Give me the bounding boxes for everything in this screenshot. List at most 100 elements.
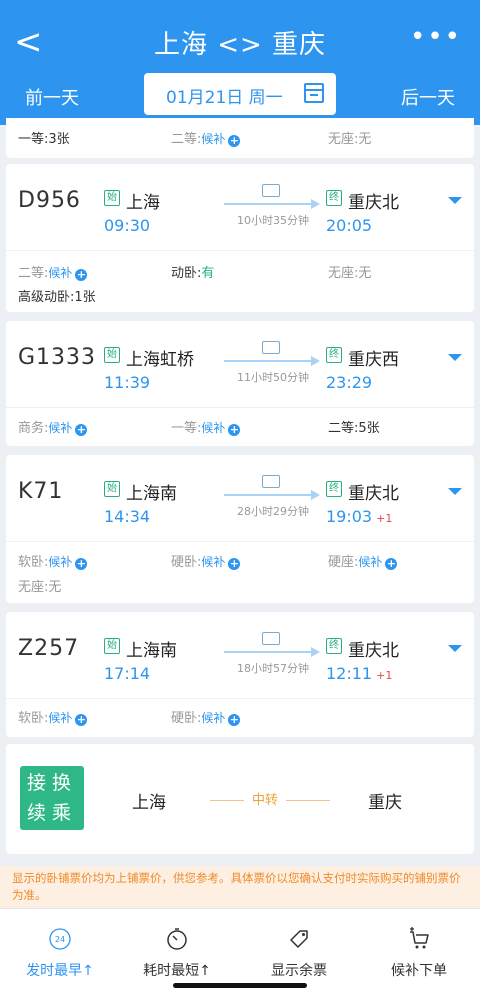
divider xyxy=(6,698,474,699)
page-title: 上海 <> 重庆 xyxy=(153,30,327,60)
plus-circle-icon[interactable]: + xyxy=(385,558,398,570)
train-number: G1333 xyxy=(18,345,97,370)
train-number: D956 xyxy=(18,188,81,213)
divider xyxy=(6,250,474,251)
departure-time: 11:39 xyxy=(104,373,151,392)
chevron-down-icon[interactable] xyxy=(448,354,462,361)
plus-circle-icon[interactable]: + xyxy=(228,558,241,570)
arrival-time: 12:11 +1 xyxy=(326,664,393,683)
plus-circle-icon[interactable]: + xyxy=(75,269,88,281)
train-card[interactable]: D956 始 上海 09:30 10小时35分钟 终 重庆北 20:05 二等:… xyxy=(6,164,474,312)
to-station: 重庆北 xyxy=(348,193,399,213)
top-bar: < 上海 <> 重庆 ••• 前一天 01月21日 周一 后一天 xyxy=(0,0,480,125)
end-badge: 终 xyxy=(326,481,342,497)
next-day-button[interactable]: 后一天 xyxy=(401,84,455,110)
end-badge: 终 xyxy=(326,638,342,654)
seat-info: 动卧:有 xyxy=(171,266,215,281)
from-station: 上海虹桥 xyxy=(126,350,194,370)
seat-info: 高级动卧:1张 xyxy=(18,290,96,305)
duration: 28小时29分钟 xyxy=(237,505,309,518)
seat-info: 无座:无 xyxy=(18,580,62,595)
train-card-partial[interactable]: 一等:3张 二等:候补 + 无座:无 xyxy=(6,118,474,158)
svg-text:24: 24 xyxy=(55,935,65,944)
from-station: 上海南 xyxy=(126,484,177,504)
arrival-time: 20:05 xyxy=(326,216,373,235)
from-station: 上海 xyxy=(126,193,160,213)
train-number: Z257 xyxy=(18,636,80,661)
date-text: 01月21日 周一 xyxy=(166,88,283,108)
transfer-button[interactable]: 接换 续乘 xyxy=(20,766,84,830)
train-number: K71 xyxy=(18,479,64,504)
departure-time: 09:30 xyxy=(104,216,151,235)
ticket-tag-icon xyxy=(290,930,308,948)
divider xyxy=(6,407,474,408)
transfer-to: 重庆 xyxy=(368,793,402,813)
seat-info[interactable]: 商务:候补 + xyxy=(18,417,88,436)
price-notice: 显示的卧铺票价均为上铺票价，供您参考。具体票价以您确认支付时实际购买的铺别票价为… xyxy=(0,866,480,908)
start-badge: 始 xyxy=(104,347,120,363)
to-station: 重庆北 xyxy=(348,641,399,661)
show-remaining-button[interactable]: 显示余票 xyxy=(244,927,354,980)
arrival-time: 19:03 +1 xyxy=(326,507,393,526)
divider xyxy=(6,541,474,542)
from-station: 上海南 xyxy=(126,641,177,661)
arrow-icon xyxy=(224,647,320,657)
home-indicator xyxy=(173,983,307,988)
train-card[interactable]: Z257 始 上海南 17:14 18小时57分钟 终 重庆北 12:11 +1 … xyxy=(6,612,474,737)
more-icon[interactable]: ••• xyxy=(410,22,462,52)
stopwatch-icon xyxy=(167,928,187,950)
seat-info: 二等:5张 xyxy=(328,421,380,436)
seat-info[interactable]: 硬卧:候补 + xyxy=(171,707,241,726)
plus-circle-icon[interactable]: + xyxy=(75,424,88,436)
seat-info[interactable]: 硬卧:候补 + xyxy=(171,551,241,570)
chevron-down-icon[interactable] xyxy=(448,197,462,204)
plus-circle-icon[interactable]: + xyxy=(228,135,241,147)
departure-time: 14:34 xyxy=(104,507,151,526)
seat-info: 无座:无 xyxy=(328,266,372,281)
arrival-time: 23:29 xyxy=(326,373,373,392)
id-card-icon xyxy=(262,341,280,354)
train-card[interactable]: G1333 始 上海虹桥 11:39 11小时50分钟 终 重庆西 23:29 … xyxy=(6,321,474,446)
seat-info[interactable]: 软卧:候补 + xyxy=(18,707,88,726)
plus-circle-icon[interactable]: + xyxy=(75,714,88,726)
arrow-icon xyxy=(224,356,320,366)
seat-info[interactable]: 二等:候补 + xyxy=(18,262,88,281)
cart-add-icon xyxy=(410,927,429,949)
seat-info[interactable]: 二等:候补 + xyxy=(171,128,241,147)
transfer-from: 上海 xyxy=(132,793,166,813)
seat-info: 无座:无 xyxy=(328,132,372,147)
seat-info[interactable]: 一等:候补 + xyxy=(171,417,241,436)
sort-duration-button[interactable]: 耗时最短↑ xyxy=(122,927,232,980)
plus-circle-icon[interactable]: + xyxy=(75,558,88,570)
houbu-order-button[interactable]: 候补下单 xyxy=(364,927,474,980)
duration: 10小时35分钟 xyxy=(237,214,309,227)
to-station: 重庆北 xyxy=(348,484,399,504)
end-badge: 终 xyxy=(326,347,342,363)
seat-info[interactable]: 硬座:候补 + xyxy=(328,551,398,570)
clock-24-icon: 24 xyxy=(49,928,71,950)
id-card-icon xyxy=(262,184,280,197)
duration: 18小时57分钟 xyxy=(237,662,309,675)
seat-info: 一等:3张 xyxy=(18,132,70,147)
plus-circle-icon[interactable]: + xyxy=(228,424,241,436)
start-badge: 始 xyxy=(104,638,120,654)
date-picker[interactable]: 01月21日 周一 xyxy=(144,73,336,115)
chevron-down-icon[interactable] xyxy=(448,488,462,495)
transfer-label: 中转 xyxy=(244,789,287,808)
id-card-icon xyxy=(262,475,280,488)
sort-departure-button[interactable]: 24 发时最早↑ xyxy=(5,927,115,980)
seat-info[interactable]: 软卧:候补 + xyxy=(18,551,88,570)
duration: 11小时50分钟 xyxy=(237,371,309,384)
arrow-icon xyxy=(224,199,320,209)
calendar-icon xyxy=(304,83,324,103)
prev-day-button[interactable]: 前一天 xyxy=(25,84,79,110)
transfer-card[interactable]: 接换 续乘 上海 中转 重庆 xyxy=(6,744,474,854)
start-badge: 始 xyxy=(104,190,120,206)
train-card[interactable]: K71 始 上海南 14:34 28小时29分钟 终 重庆北 19:03 +1 软… xyxy=(6,455,474,603)
end-badge: 终 xyxy=(326,190,342,206)
arrow-icon xyxy=(224,490,320,500)
departure-time: 17:14 xyxy=(104,664,151,683)
chevron-down-icon[interactable] xyxy=(448,645,462,652)
to-station: 重庆西 xyxy=(348,350,399,370)
plus-circle-icon[interactable]: + xyxy=(228,714,241,726)
